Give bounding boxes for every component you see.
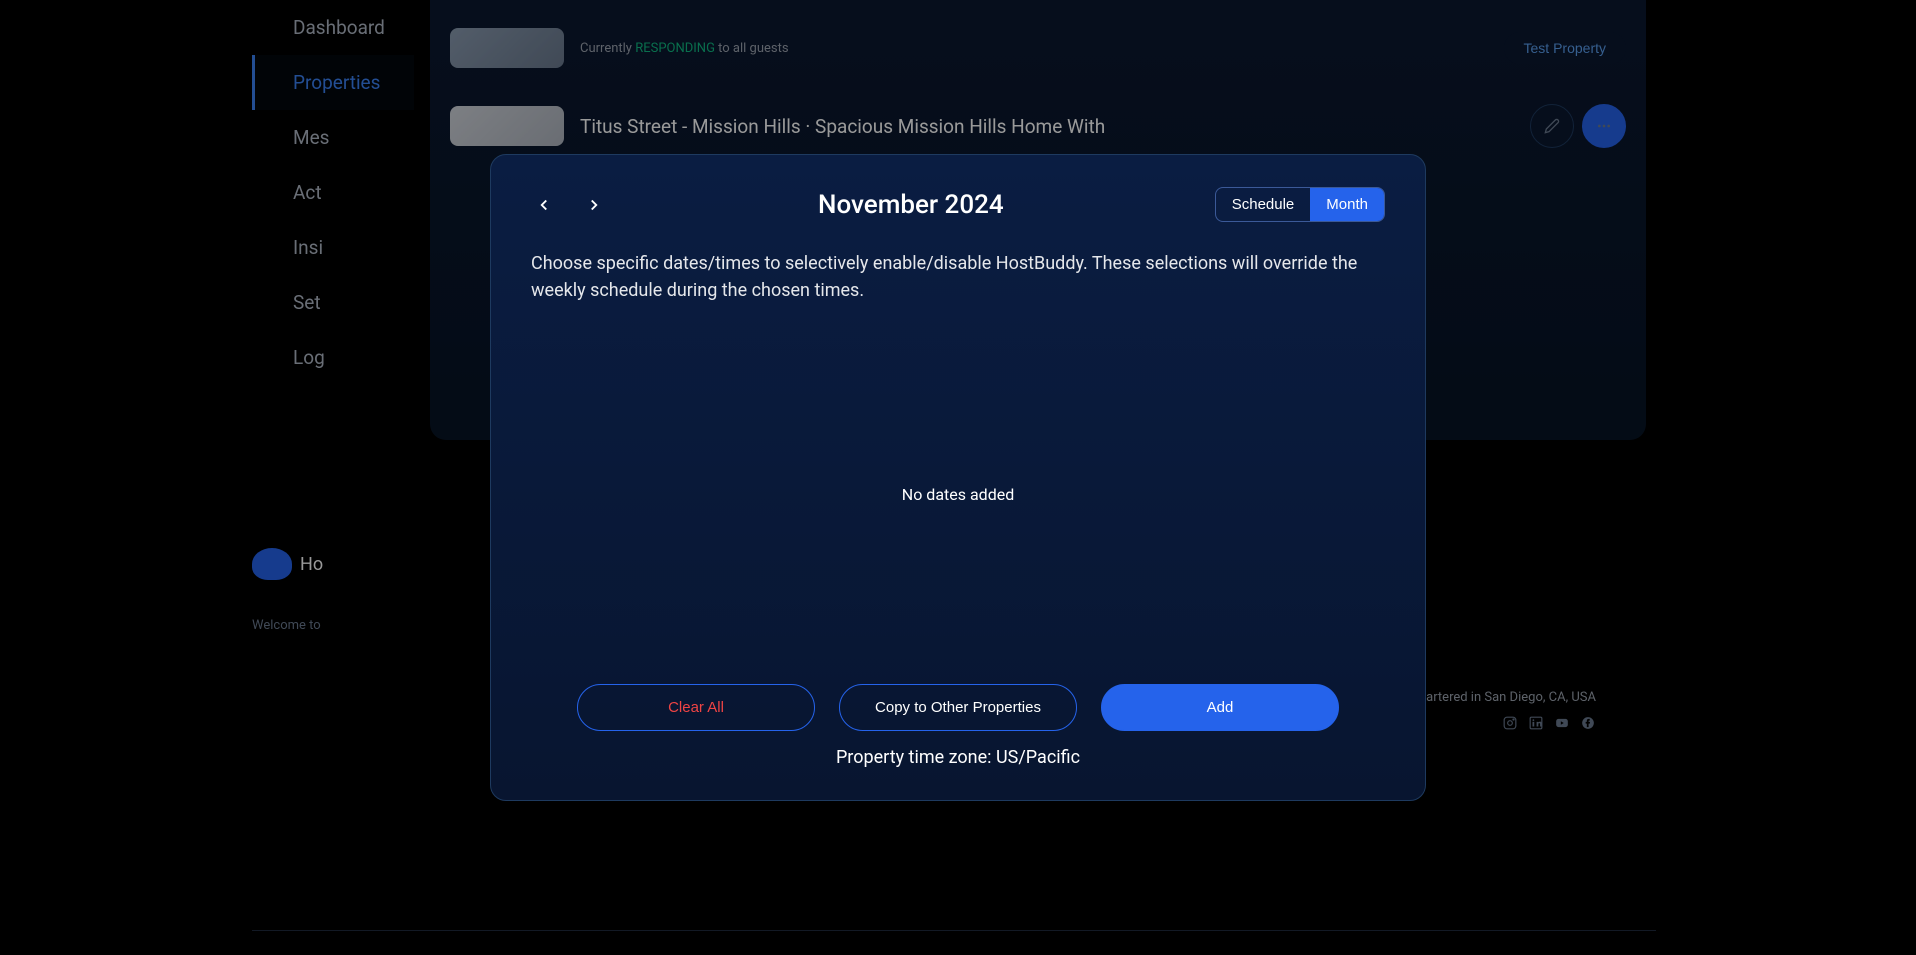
modal-description: Choose specific dates/times to selective… <box>531 250 1385 304</box>
next-month-button[interactable] <box>581 192 607 218</box>
timezone-label: Property time zone: US/Pacific <box>531 747 1385 768</box>
month-title: November 2024 <box>818 190 1004 220</box>
clear-all-button[interactable]: Clear All <box>577 684 815 731</box>
chevron-left-icon <box>535 196 553 214</box>
modal-overlay: November 2024 Schedule Month Choose spec… <box>0 0 1916 955</box>
modal-footer: Clear All Copy to Other Properties Add <box>531 684 1385 731</box>
modal-header: November 2024 Schedule Month <box>531 187 1385 222</box>
prev-month-button[interactable] <box>531 192 557 218</box>
copy-properties-button[interactable]: Copy to Other Properties <box>839 684 1077 731</box>
empty-state: No dates added <box>902 485 1014 504</box>
chevron-right-icon <box>585 196 603 214</box>
schedule-modal: November 2024 Schedule Month Choose spec… <box>490 154 1426 801</box>
add-button[interactable]: Add <box>1101 684 1339 731</box>
modal-body: No dates added <box>531 324 1385 664</box>
schedule-toggle[interactable]: Schedule <box>1216 188 1311 221</box>
month-toggle[interactable]: Month <box>1310 188 1384 221</box>
month-nav <box>531 192 607 218</box>
view-toggle: Schedule Month <box>1215 187 1385 222</box>
